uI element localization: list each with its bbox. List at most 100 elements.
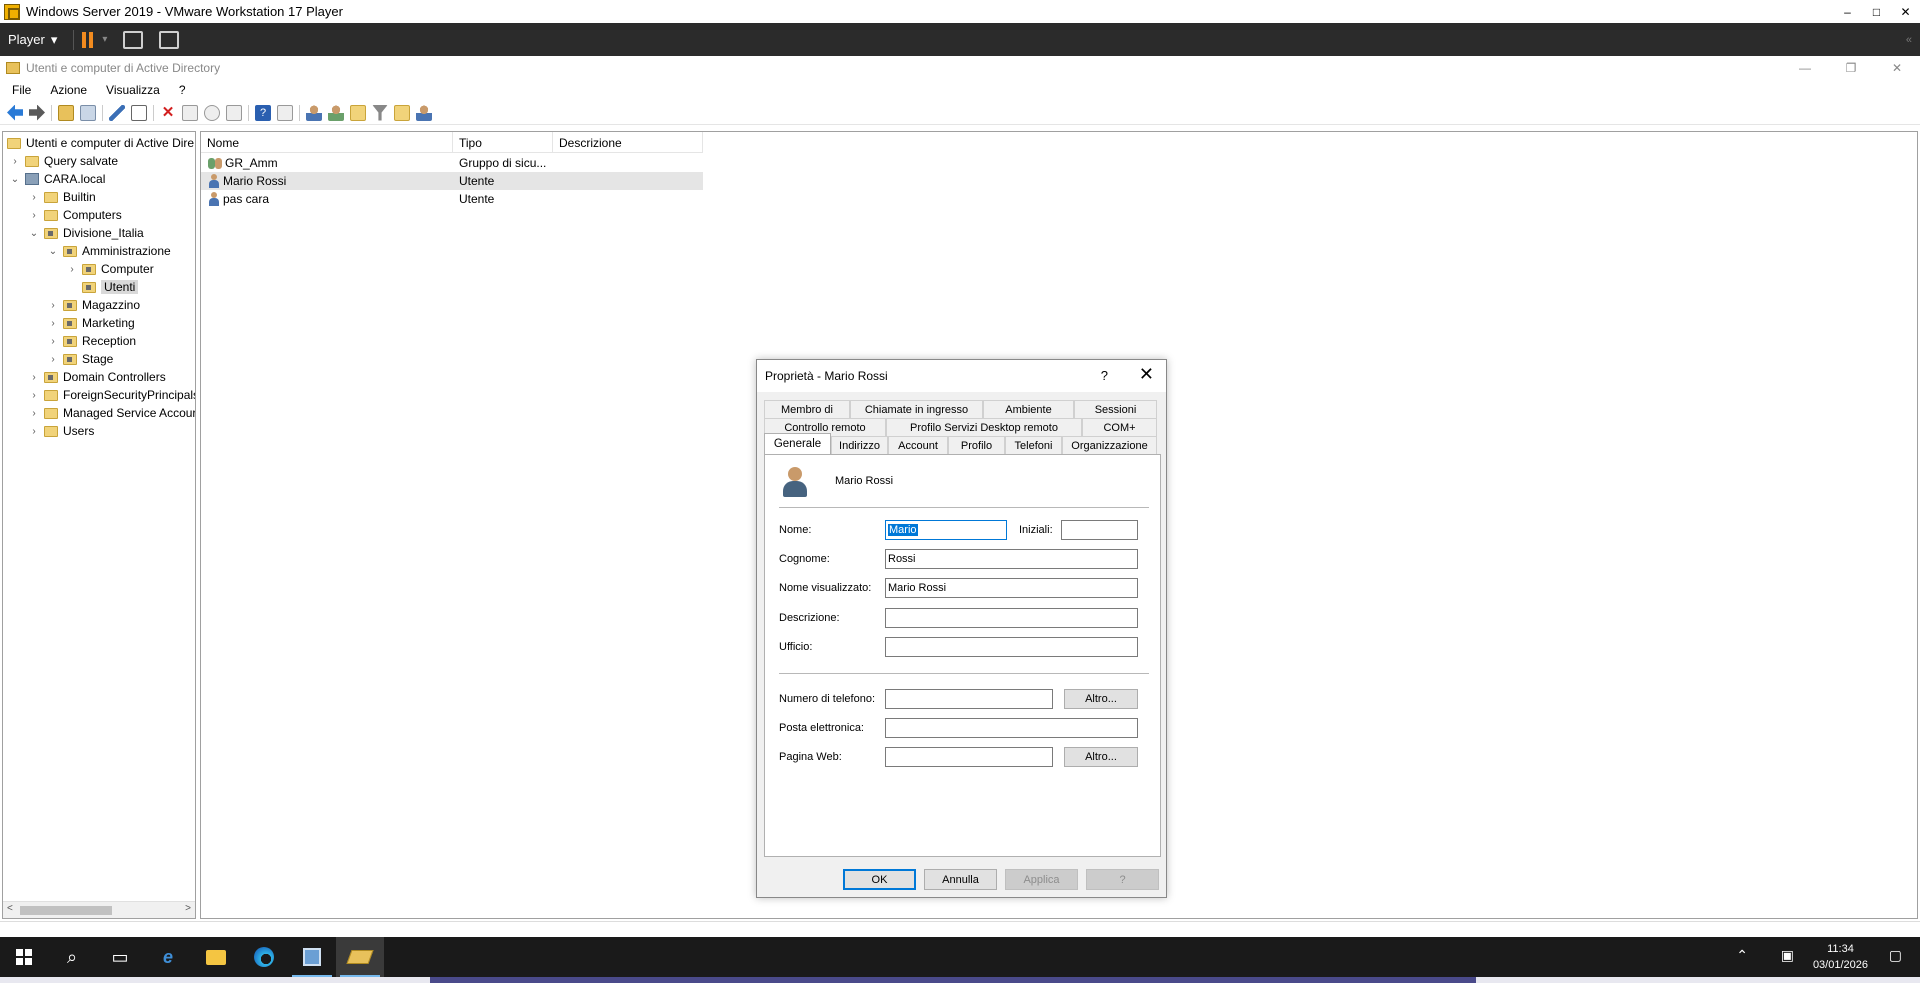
- dialog-help-button[interactable]: ?: [1101, 368, 1108, 383]
- vmware-close-button[interactable]: ✕: [1891, 0, 1920, 23]
- dialog-help-bottom-button[interactable]: ?: [1086, 869, 1159, 890]
- scroll-left-arrow-icon[interactable]: <: [7, 903, 13, 914]
- tree-item-computers[interactable]: › Computers: [28, 206, 121, 224]
- chevron-right-icon[interactable]: ›: [66, 264, 78, 275]
- pause-icon[interactable]: [82, 31, 96, 48]
- column-header-tipo[interactable]: Tipo: [453, 132, 553, 153]
- tab-profilo-servizi-desktop-remoto[interactable]: Profilo Servizi Desktop remoto: [886, 418, 1082, 436]
- tab-chiamate-in-ingresso[interactable]: Chiamate in ingresso: [850, 400, 983, 418]
- chevron-right-icon[interactable]: ›: [28, 210, 40, 221]
- chevron-right-icon[interactable]: ›: [28, 372, 40, 383]
- tree-item-computer[interactable]: › Computer: [66, 260, 153, 278]
- new-user-icon[interactable]: [306, 104, 322, 121]
- chevron-down-icon[interactable]: ⌄: [28, 228, 40, 239]
- export-list-icon[interactable]: [226, 104, 242, 121]
- tree-item-foreign-security-principals[interactable]: › ForeignSecurityPrincipals: [28, 386, 195, 404]
- ufficio-field[interactable]: [885, 637, 1138, 657]
- vmware-maximize-button[interactable]: □: [1862, 0, 1891, 23]
- tree-item-domain-controllers[interactable]: › Domain Controllers: [28, 368, 165, 386]
- tab-profilo[interactable]: Profilo: [948, 436, 1005, 454]
- menu-help[interactable]: ?: [167, 83, 193, 97]
- new-group-icon[interactable]: [328, 104, 344, 121]
- dialog-close-button[interactable]: ✕: [1139, 364, 1154, 385]
- tree-item-users[interactable]: › Users: [28, 422, 94, 440]
- tab-telefoni[interactable]: Telefoni: [1005, 436, 1062, 454]
- chevron-down-icon[interactable]: ⌄: [47, 246, 59, 257]
- telefono-field[interactable]: [885, 689, 1053, 709]
- tab-ambiente[interactable]: Ambiente: [983, 400, 1074, 418]
- add-to-group-icon[interactable]: [416, 104, 432, 121]
- up-folder-icon[interactable]: [58, 104, 74, 121]
- clock[interactable]: 11:34 03/01/2026: [1813, 941, 1868, 973]
- chevron-right-icon[interactable]: ›: [28, 192, 40, 203]
- scrollbar-thumb[interactable]: [20, 906, 112, 915]
- search-icon[interactable]: ⌕: [48, 937, 96, 977]
- tree-item-cara-local[interactable]: ⌄ CARA.local: [9, 170, 106, 188]
- forward-arrow-icon[interactable]: [29, 104, 45, 121]
- tree-root[interactable]: Utenti e computer di Active Dire: [5, 134, 194, 152]
- tab-sessioni[interactable]: Sessioni: [1074, 400, 1157, 418]
- tree-item-reception[interactable]: › Reception: [47, 332, 136, 350]
- action-pane-icon[interactable]: [277, 104, 293, 121]
- tab-generale[interactable]: Generale: [764, 433, 831, 454]
- tree-horizontal-scrollbar[interactable]: < >: [3, 901, 195, 918]
- collapse-icon[interactable]: «: [1906, 34, 1912, 46]
- list-item[interactable]: pas cara Utente: [201, 190, 703, 208]
- tree-item-utenti[interactable]: Utenti: [66, 278, 139, 296]
- send-ctrl-alt-del-icon[interactable]: [123, 30, 144, 49]
- tree-item-query-salvate[interactable]: › Query salvate: [9, 152, 118, 170]
- descrizione-field[interactable]: [885, 608, 1138, 628]
- tab-com-plus[interactable]: COM+: [1082, 418, 1157, 436]
- pause-dropdown-icon[interactable]: ▾: [102, 34, 107, 45]
- chevron-right-icon[interactable]: ›: [47, 336, 59, 347]
- tree-item-magazzino[interactable]: › Magazzino: [47, 296, 140, 314]
- delete-icon[interactable]: ✕: [160, 104, 176, 121]
- edge-icon[interactable]: [240, 937, 288, 977]
- applica-button[interactable]: Applica: [1005, 869, 1078, 890]
- list-item[interactable]: GR_Amm Gruppo di sicu...: [201, 154, 703, 172]
- tree-item-amministrazione[interactable]: ⌄ Amministrazione: [47, 242, 171, 260]
- list-item[interactable]: Mario Rossi Utente: [201, 172, 703, 190]
- column-header-nome[interactable]: Nome: [201, 132, 453, 153]
- cognome-field[interactable]: Rossi: [885, 549, 1138, 569]
- tree-item-builtin[interactable]: › Builtin: [28, 188, 95, 206]
- file-explorer-icon[interactable]: [192, 937, 240, 977]
- chevron-right-icon[interactable]: ›: [28, 408, 40, 419]
- iniziali-field[interactable]: [1061, 520, 1138, 540]
- tab-organizzazione[interactable]: Organizzazione: [1062, 436, 1157, 454]
- properties-icon[interactable]: [182, 104, 198, 121]
- chevron-right-icon[interactable]: ›: [28, 426, 40, 437]
- tab-indirizzo[interactable]: Indirizzo: [831, 436, 888, 454]
- scroll-right-arrow-icon[interactable]: >: [185, 903, 191, 914]
- posta-elettronica-field[interactable]: [885, 718, 1138, 738]
- new-ou-icon[interactable]: [350, 104, 366, 121]
- tab-account[interactable]: Account: [888, 436, 948, 454]
- chevron-right-icon[interactable]: ›: [47, 300, 59, 311]
- mmc-minimize-button[interactable]: —: [1782, 56, 1828, 80]
- find-icon[interactable]: [394, 104, 410, 121]
- tab-membro-di[interactable]: Membro di: [764, 400, 850, 418]
- filter-icon[interactable]: [372, 104, 388, 121]
- pagina-web-field[interactable]: [885, 747, 1053, 767]
- notifications-icon[interactable]: ▢: [1889, 947, 1902, 964]
- internet-explorer-icon[interactable]: e: [144, 937, 192, 977]
- menu-visualizza[interactable]: Visualizza: [94, 83, 167, 97]
- chevron-right-icon[interactable]: ›: [47, 354, 59, 365]
- server-manager-icon[interactable]: [288, 937, 336, 977]
- refresh-icon[interactable]: [204, 104, 220, 121]
- task-view-icon[interactable]: ▭: [96, 937, 144, 977]
- tree-item-marketing[interactable]: › Marketing: [47, 314, 134, 332]
- player-menu-button[interactable]: Player ▾: [0, 32, 65, 48]
- cut-icon[interactable]: [109, 104, 125, 121]
- back-arrow-icon[interactable]: [7, 104, 23, 121]
- tree-item-managed-service-accounts[interactable]: › Managed Service Accour: [28, 404, 195, 422]
- telefono-altro-button[interactable]: Altro...: [1064, 689, 1138, 709]
- fullscreen-icon[interactable]: [159, 30, 180, 49]
- menu-file[interactable]: File: [0, 83, 38, 97]
- tree-item-stage[interactable]: › Stage: [47, 350, 113, 368]
- chevron-right-icon[interactable]: ›: [9, 156, 21, 167]
- show-hidden-icons-icon[interactable]: ⌃: [1736, 947, 1748, 964]
- column-header-descrizione[interactable]: Descrizione: [553, 132, 703, 153]
- paste-icon[interactable]: [131, 104, 147, 121]
- show-hide-tree-icon[interactable]: [80, 104, 96, 121]
